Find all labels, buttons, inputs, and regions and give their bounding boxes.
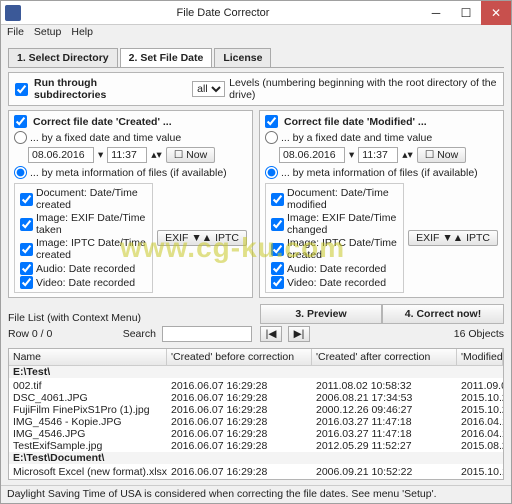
search-prev-button[interactable]: |◀ bbox=[260, 326, 282, 342]
table-row[interactable]: Microsoft Excel (new format).xlsx2016.06… bbox=[9, 466, 503, 478]
search-next-button[interactable]: ▶| bbox=[288, 326, 310, 342]
tab-select-directory[interactable]: 1. Select Directory bbox=[8, 48, 118, 67]
spinner-icon[interactable]: ▴▾ bbox=[402, 149, 413, 161]
table-row[interactable]: IMG_4546.JPG2016.06.07 16:29:282016.03.2… bbox=[9, 428, 503, 440]
modified-meta-audio[interactable]: Audio: Date recorded bbox=[271, 262, 398, 275]
created-date-input[interactable] bbox=[28, 147, 94, 163]
modified-meta-list: Document: Date/Time modified Image: EXIF… bbox=[265, 183, 404, 293]
modified-panel: Correct file date 'Modified' ... ... by … bbox=[259, 110, 504, 298]
maximize-button[interactable]: ☐ bbox=[451, 1, 481, 25]
created-meta-iptc[interactable]: Image: IPTC Date/Time created bbox=[20, 237, 147, 261]
objects-count: 16 Objects bbox=[454, 328, 504, 340]
file-list-label: File List (with Context Menu) bbox=[8, 312, 252, 324]
created-meta-exif[interactable]: Image: EXIF Date/Time taken bbox=[20, 212, 147, 236]
created-exif-iptc-button[interactable]: EXIF ▼▲ IPTC bbox=[157, 230, 247, 246]
created-meta-video[interactable]: Video: Date recorded bbox=[20, 276, 147, 289]
levels-label: Levels (numbering beginning with the roo… bbox=[229, 77, 497, 101]
modified-meta-doc[interactable]: Document: Date/Time modified bbox=[271, 187, 398, 211]
preview-button[interactable]: 3. Preview bbox=[260, 304, 382, 324]
created-meta-audio[interactable]: Audio: Date recorded bbox=[20, 262, 147, 275]
tab-license[interactable]: License bbox=[214, 48, 271, 67]
table-row[interactable]: TestExifSample.jpg2016.06.07 16:29:28201… bbox=[9, 440, 503, 452]
created-panel: Correct file date 'Created' ... ... by a… bbox=[8, 110, 253, 298]
menu-help[interactable]: Help bbox=[71, 26, 93, 42]
row-counter: Row 0 / 0 bbox=[8, 328, 52, 340]
col-name[interactable]: Name bbox=[9, 349, 167, 365]
chevron-down-icon[interactable]: ▾ bbox=[98, 149, 103, 161]
menubar: File Setup Help bbox=[1, 25, 511, 43]
correct-modified-checkbox[interactable]: Correct file date 'Modified' ... bbox=[265, 115, 498, 128]
created-meta-radio[interactable]: ... by meta information of files (if ava… bbox=[14, 166, 247, 179]
created-time-input[interactable] bbox=[107, 147, 147, 163]
correct-created-checkbox[interactable]: Correct file date 'Created' ... bbox=[14, 115, 247, 128]
minimize-button[interactable]: ─ bbox=[421, 1, 451, 25]
spinner-icon[interactable]: ▴▾ bbox=[151, 149, 162, 161]
created-meta-doc[interactable]: Document: Date/Time created bbox=[20, 187, 147, 211]
modified-time-input[interactable] bbox=[358, 147, 398, 163]
modified-exif-iptc-button[interactable]: EXIF ▼▲ IPTC bbox=[408, 230, 498, 246]
menu-file[interactable]: File bbox=[7, 26, 24, 42]
run-subdirs-checkbox[interactable]: Run through subdirectories bbox=[15, 77, 157, 101]
correct-now-button[interactable]: 4. Correct now! bbox=[382, 304, 504, 324]
tab-set-file-date[interactable]: 2. Set File Date bbox=[120, 48, 213, 67]
table-row[interactable]: IMG_4546 - Kopie.JPG2016.06.07 16:29:282… bbox=[9, 416, 503, 428]
table-row[interactable]: E:\Test\Document\ bbox=[9, 452, 503, 464]
statusbar: Daylight Saving Time of USA is considere… bbox=[1, 485, 511, 503]
file-table[interactable]: Name 'Created' before correction 'Create… bbox=[8, 348, 504, 480]
close-button[interactable]: ✕ bbox=[481, 1, 511, 25]
created-meta-list: Document: Date/Time created Image: EXIF … bbox=[14, 183, 153, 293]
table-row[interactable]: DSC_4061.JPG2016.06.07 16:29:282006.08.2… bbox=[9, 392, 503, 404]
table-row[interactable]: FujiFilm FinePixS1Pro (1).jpg2016.06.07 … bbox=[9, 404, 503, 416]
modified-meta-radio[interactable]: ... by meta information of files (if ava… bbox=[265, 166, 498, 179]
search-label: Search bbox=[123, 328, 156, 340]
search-input[interactable] bbox=[162, 326, 252, 342]
menu-setup[interactable]: Setup bbox=[34, 26, 61, 42]
modified-meta-video[interactable]: Video: Date recorded bbox=[271, 276, 398, 289]
subdir-group: Run through subdirectories all Levels (n… bbox=[8, 72, 504, 106]
col-created-after[interactable]: 'Created' after correction bbox=[312, 349, 457, 365]
created-fixed-radio[interactable]: ... by a fixed date and time value bbox=[14, 131, 247, 144]
modified-meta-iptc[interactable]: Image: IPTC Date/Time created bbox=[271, 237, 398, 261]
col-modified[interactable]: 'Modified' bbox=[457, 349, 503, 365]
titlebar: File Date Corrector ─ ☐ ✕ bbox=[1, 1, 511, 25]
chevron-down-icon[interactable]: ▾ bbox=[349, 149, 354, 161]
window-title: File Date Corrector bbox=[25, 7, 421, 19]
levels-select[interactable]: all bbox=[192, 81, 225, 97]
tab-strip: 1. Select Directory 2. Set File Date Lic… bbox=[8, 48, 504, 68]
modified-meta-exif[interactable]: Image: EXIF Date/Time changed bbox=[271, 212, 398, 236]
modified-now-button[interactable]: ☐ Now bbox=[417, 147, 466, 163]
modified-fixed-radio[interactable]: ... by a fixed date and time value bbox=[265, 131, 498, 144]
table-row[interactable]: Microsoft Excel (old format).xls2016.06.… bbox=[9, 478, 503, 480]
table-row[interactable]: 002.tif2016.06.07 16:29:282011.08.02 10:… bbox=[9, 380, 503, 392]
app-icon bbox=[5, 5, 21, 21]
created-now-button[interactable]: ☐ Now bbox=[166, 147, 215, 163]
modified-date-input[interactable] bbox=[279, 147, 345, 163]
table-row[interactable]: E:\Test\ bbox=[9, 366, 503, 378]
app-window: File Date Corrector ─ ☐ ✕ File Setup Hel… bbox=[0, 0, 512, 504]
col-created-before[interactable]: 'Created' before correction bbox=[167, 349, 312, 365]
